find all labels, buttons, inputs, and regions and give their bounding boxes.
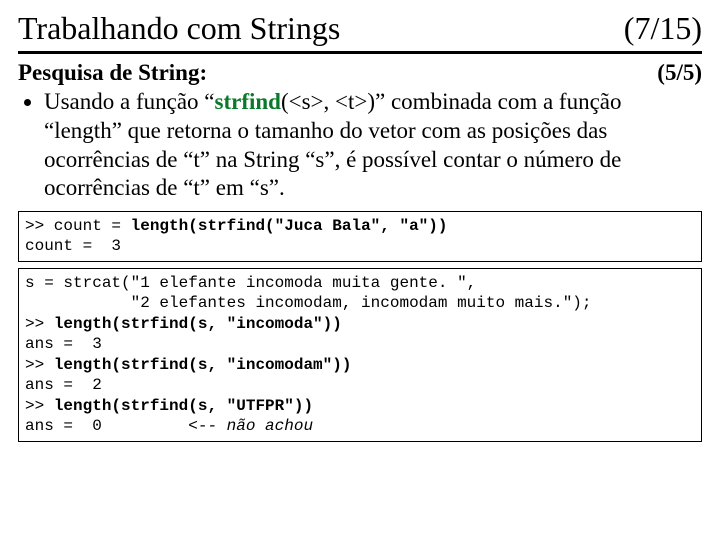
- code-bold: length(strfind(s, "UTFPR")): [54, 397, 313, 415]
- code-line: >> count = length(strfind("Juca Bala", "…: [25, 217, 447, 235]
- code-line: >> length(strfind(s, "UTFPR")): [25, 397, 313, 415]
- slide-pager: (7/15): [624, 10, 702, 47]
- slide-title: Trabalhando com Strings: [18, 10, 340, 47]
- code-text: >>: [25, 315, 54, 333]
- bullet-list: Usando a função “strfind(<s>, <t>)” comb…: [18, 88, 702, 203]
- function-name: strfind: [215, 89, 281, 114]
- code-line: >> length(strfind(s, "incomoda")): [25, 315, 342, 333]
- code-bold: length(strfind("Juca Bala", "a")): [131, 217, 448, 235]
- code-line: >> length(strfind(s, "incomodam")): [25, 356, 351, 374]
- slide: Trabalhando com Strings (7/15) Pesquisa …: [0, 0, 720, 458]
- code-line: ans = 3: [25, 335, 102, 353]
- section-pager: (5/5): [657, 60, 702, 86]
- code-text: >> count =: [25, 217, 131, 235]
- bullet-text-pre: Usando a função “: [44, 89, 215, 114]
- code-text: ans = 0: [25, 417, 188, 435]
- code-line: ans = 2: [25, 376, 102, 394]
- section-title: Pesquisa de String:: [18, 60, 207, 86]
- code-line: count = 3: [25, 237, 121, 255]
- code-comment: <-- não achou: [188, 417, 313, 435]
- code-line: s = strcat("1 elefante incomoda muita ge…: [25, 274, 476, 292]
- code-block-2: s = strcat("1 elefante incomoda muita ge…: [18, 268, 702, 442]
- code-block-1: >> count = length(strfind("Juca Bala", "…: [18, 211, 702, 262]
- slide-header: Trabalhando com Strings (7/15): [18, 10, 702, 54]
- code-bold: length(strfind(s, "incomoda")): [54, 315, 342, 333]
- code-line: "2 elefantes incomodam, incomodam muito …: [25, 294, 592, 312]
- section-header: Pesquisa de String: (5/5): [18, 60, 702, 86]
- code-text: >>: [25, 356, 54, 374]
- code-line: ans = 0 <-- não achou: [25, 417, 313, 435]
- code-bold: length(strfind(s, "incomodam")): [54, 356, 352, 374]
- bullet-item: Usando a função “strfind(<s>, <t>)” comb…: [44, 88, 702, 203]
- code-text: >>: [25, 397, 54, 415]
